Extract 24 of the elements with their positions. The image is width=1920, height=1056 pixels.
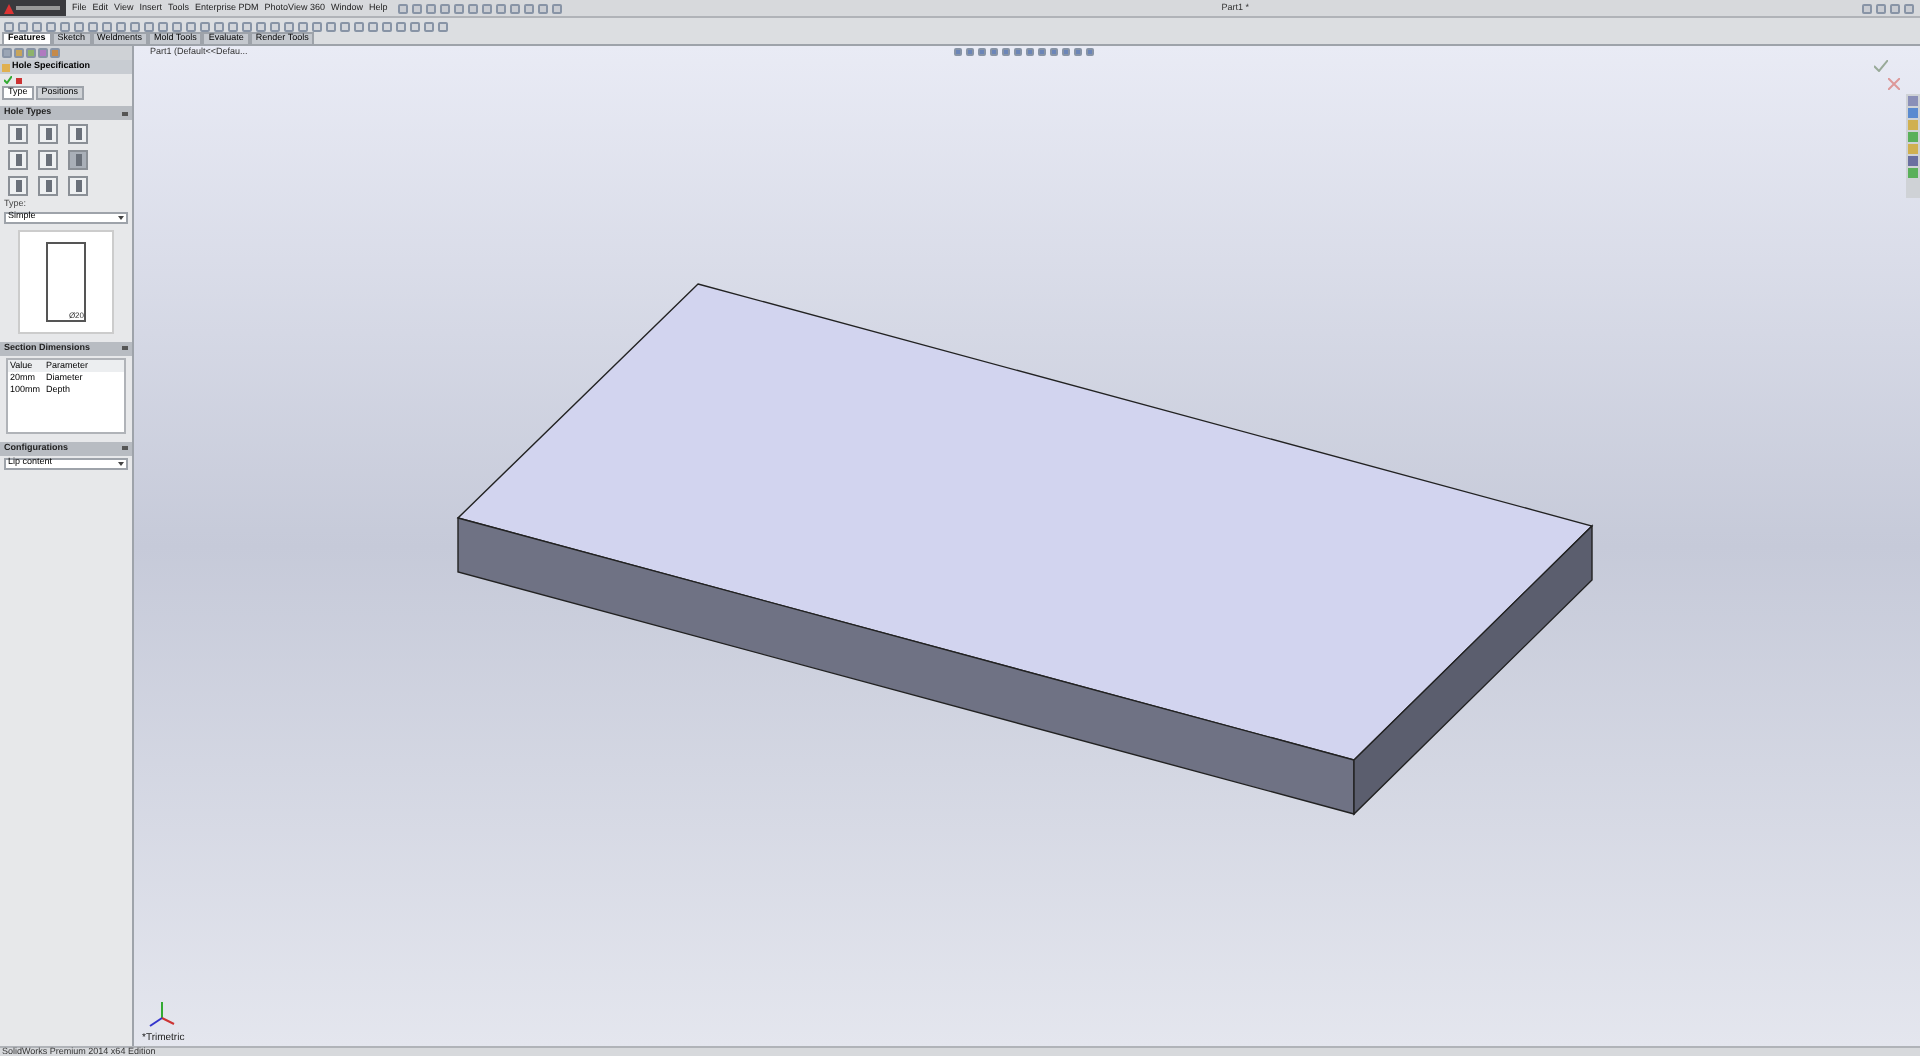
logo-icon: [4, 3, 14, 13]
hole-type-button[interactable]: [8, 176, 28, 196]
hole-type-button[interactable]: [38, 176, 58, 196]
hole-type-button[interactable]: [38, 124, 58, 144]
ok-icon[interactable]: [4, 76, 12, 84]
caret-icon: [118, 461, 124, 465]
hole-type-button[interactable]: [8, 124, 28, 144]
hole-type-button[interactable]: [68, 150, 88, 170]
hole-type-button[interactable]: [8, 150, 28, 170]
help-icon[interactable]: [1862, 3, 1872, 13]
close-icon[interactable]: [1904, 3, 1914, 13]
cancel-icon[interactable]: [16, 77, 22, 83]
axis-triad-icon: [148, 1000, 176, 1028]
close-icon[interactable]: [1888, 78, 1900, 90]
confirm-check-icon[interactable]: [1874, 60, 1888, 72]
restore-icon[interactable]: [1890, 3, 1900, 13]
hole-icon: [2, 63, 10, 71]
task-pane-tabs[interactable]: [1906, 94, 1920, 198]
hole-type-button[interactable]: [68, 124, 88, 144]
hole-type-button[interactable]: [68, 176, 88, 196]
app-logo[interactable]: [0, 0, 66, 16]
hole-type-button[interactable]: [38, 150, 58, 170]
minimize-icon[interactable]: [1876, 3, 1886, 13]
caret-icon: [118, 215, 124, 219]
